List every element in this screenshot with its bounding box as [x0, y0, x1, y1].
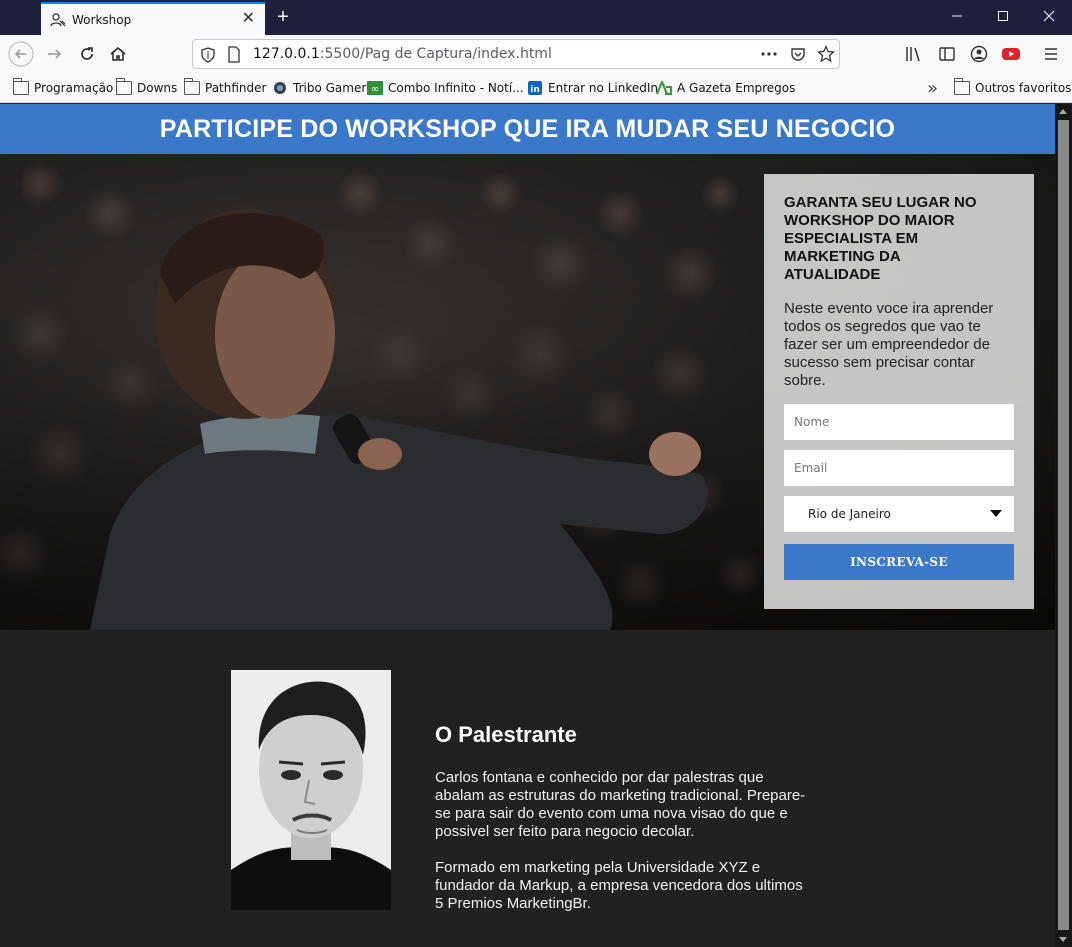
subscribe-button[interactable]: INSCREVA-SE	[784, 544, 1014, 580]
folder-icon	[953, 78, 970, 95]
bookmark-tribo-gamer[interactable]: Tribo Gamer	[272, 79, 366, 97]
bookmark-label: Outros favoritos	[975, 81, 1072, 95]
speaker-title: O Palestrante	[435, 722, 577, 747]
back-icon[interactable]	[7, 40, 35, 68]
name-input[interactable]: Nome	[784, 404, 1014, 440]
bookmark-label: A Gazeta Empregos	[677, 81, 796, 95]
url-path: :5500/Pag de Captura/index.html	[319, 46, 552, 62]
page-icon[interactable]	[227, 46, 241, 63]
minimize-icon[interactable]	[934, 0, 980, 35]
form-description: Neste evento voce ira aprender todos os …	[784, 300, 994, 389]
svg-text:in: in	[530, 85, 540, 95]
bookmark-label: Combo Infinito - Notí...	[388, 81, 524, 95]
reload-icon[interactable]	[73, 40, 101, 68]
folder-icon	[183, 78, 200, 95]
scroll-down-icon[interactable]	[1059, 937, 1067, 942]
linkedin-icon: in	[528, 81, 542, 95]
new-tab-button[interactable]: +	[272, 6, 294, 28]
bookmarks-overflow-icon[interactable]: »	[927, 78, 938, 99]
bookmark-label: Programação	[34, 81, 114, 95]
page-scrollbar[interactable]	[1055, 104, 1072, 947]
bookmark-a-gazeta[interactable]: A Gazeta Empregos	[656, 79, 795, 97]
bookmarks-toolbar: Programação Downs Pathfinder Tribo Gamer…	[0, 73, 1072, 103]
city-select[interactable]: Rio de Janeiro	[784, 496, 1014, 532]
url-text[interactable]: 127.0.0.1:5500/Pag de Captura/index.html	[253, 46, 552, 62]
speaker-photo	[231, 670, 391, 910]
bookmark-programacao[interactable]: Programação	[12, 78, 114, 97]
bookmark-outros-favoritos[interactable]: Outros favoritos	[953, 78, 1072, 97]
url-host: 127.0.0.1	[253, 46, 320, 62]
form-heading: GARANTA SEU LUGAR NO WORKSHOP DO MAIOR E…	[784, 194, 977, 283]
favicon-icon	[50, 12, 66, 26]
speaker-section: O Palestrante Carlos fontana e conhecido…	[0, 630, 1055, 947]
star-icon[interactable]	[817, 45, 835, 63]
bookmark-label: Pathfinder	[205, 81, 267, 95]
speaker-paragraph-1: Carlos fontana e conhecido por dar pales…	[435, 769, 806, 840]
close-window-icon[interactable]	[1026, 0, 1072, 35]
svg-text:∞: ∞	[371, 84, 379, 95]
page-header: PARTICIPE DO WORKSHOP QUE IRA MUDAR SEU …	[0, 104, 1055, 154]
bookmark-combo-infinito[interactable]: ∞ Combo Infinito - Notí...	[367, 79, 524, 97]
library-icon[interactable]	[905, 45, 923, 63]
tab-close-icon[interactable]: ✕	[242, 10, 255, 28]
title-bar: Workshop ✕ +	[0, 0, 1072, 35]
tab-workshop[interactable]: Workshop ✕	[41, 2, 265, 35]
bookmark-label: Downs	[137, 81, 178, 95]
browser-window: Workshop ✕ + 127.0.0.1:5500/Pag de Captu…	[0, 0, 1072, 947]
home-icon[interactable]	[104, 40, 132, 68]
menu-icon[interactable]	[1043, 46, 1059, 62]
bookmark-linkedin[interactable]: in Entrar no LinkedIn	[527, 79, 658, 97]
bookmark-label: Entrar no LinkedIn	[548, 81, 658, 95]
bookmark-downs[interactable]: Downs	[115, 78, 178, 97]
maximize-icon[interactable]	[980, 0, 1026, 35]
address-bar[interactable]: 127.0.0.1:5500/Pag de Captura/index.html	[192, 39, 840, 69]
scroll-up-icon[interactable]	[1059, 109, 1067, 114]
more-icon[interactable]	[761, 52, 777, 56]
city-selected-value: Rio de Janeiro	[808, 507, 891, 521]
speaker-paragraph-2: Formado em marketing pela Universidade X…	[435, 859, 803, 912]
hero-section: GARANTA SEU LUGAR NO WORKSHOP DO MAIOR E…	[0, 154, 1055, 630]
pocket-icon[interactable]	[790, 46, 806, 62]
forward-icon[interactable]	[40, 40, 68, 68]
gazeta-icon	[656, 81, 672, 95]
page-content: PARTICIPE DO WORKSHOP QUE IRA MUDAR SEU …	[0, 104, 1055, 947]
folder-icon	[12, 78, 29, 95]
chevron-down-icon	[990, 510, 1002, 517]
account-icon[interactable]	[970, 45, 988, 63]
bookmark-label: Tribo Gamer	[293, 81, 367, 95]
extension-icon[interactable]	[1001, 45, 1021, 63]
folder-icon	[115, 78, 132, 95]
tab-title: Workshop	[72, 12, 132, 27]
email-input[interactable]: Email	[784, 450, 1014, 486]
bookmark-pathfinder[interactable]: Pathfinder	[183, 78, 267, 97]
globe-icon	[274, 82, 286, 94]
page-title: PARTICIPE DO WORKSHOP QUE IRA MUDAR SEU …	[159, 115, 896, 143]
combo-infinito-icon: ∞	[367, 81, 383, 95]
shield-icon[interactable]	[201, 47, 215, 63]
sidebar-icon[interactable]	[938, 45, 956, 63]
signup-form: GARANTA SEU LUGAR NO WORKSHOP DO MAIOR E…	[764, 174, 1034, 609]
scrollbar-thumb[interactable]	[1058, 120, 1069, 930]
navigation-toolbar: 127.0.0.1:5500/Pag de Captura/index.html	[0, 35, 1072, 73]
